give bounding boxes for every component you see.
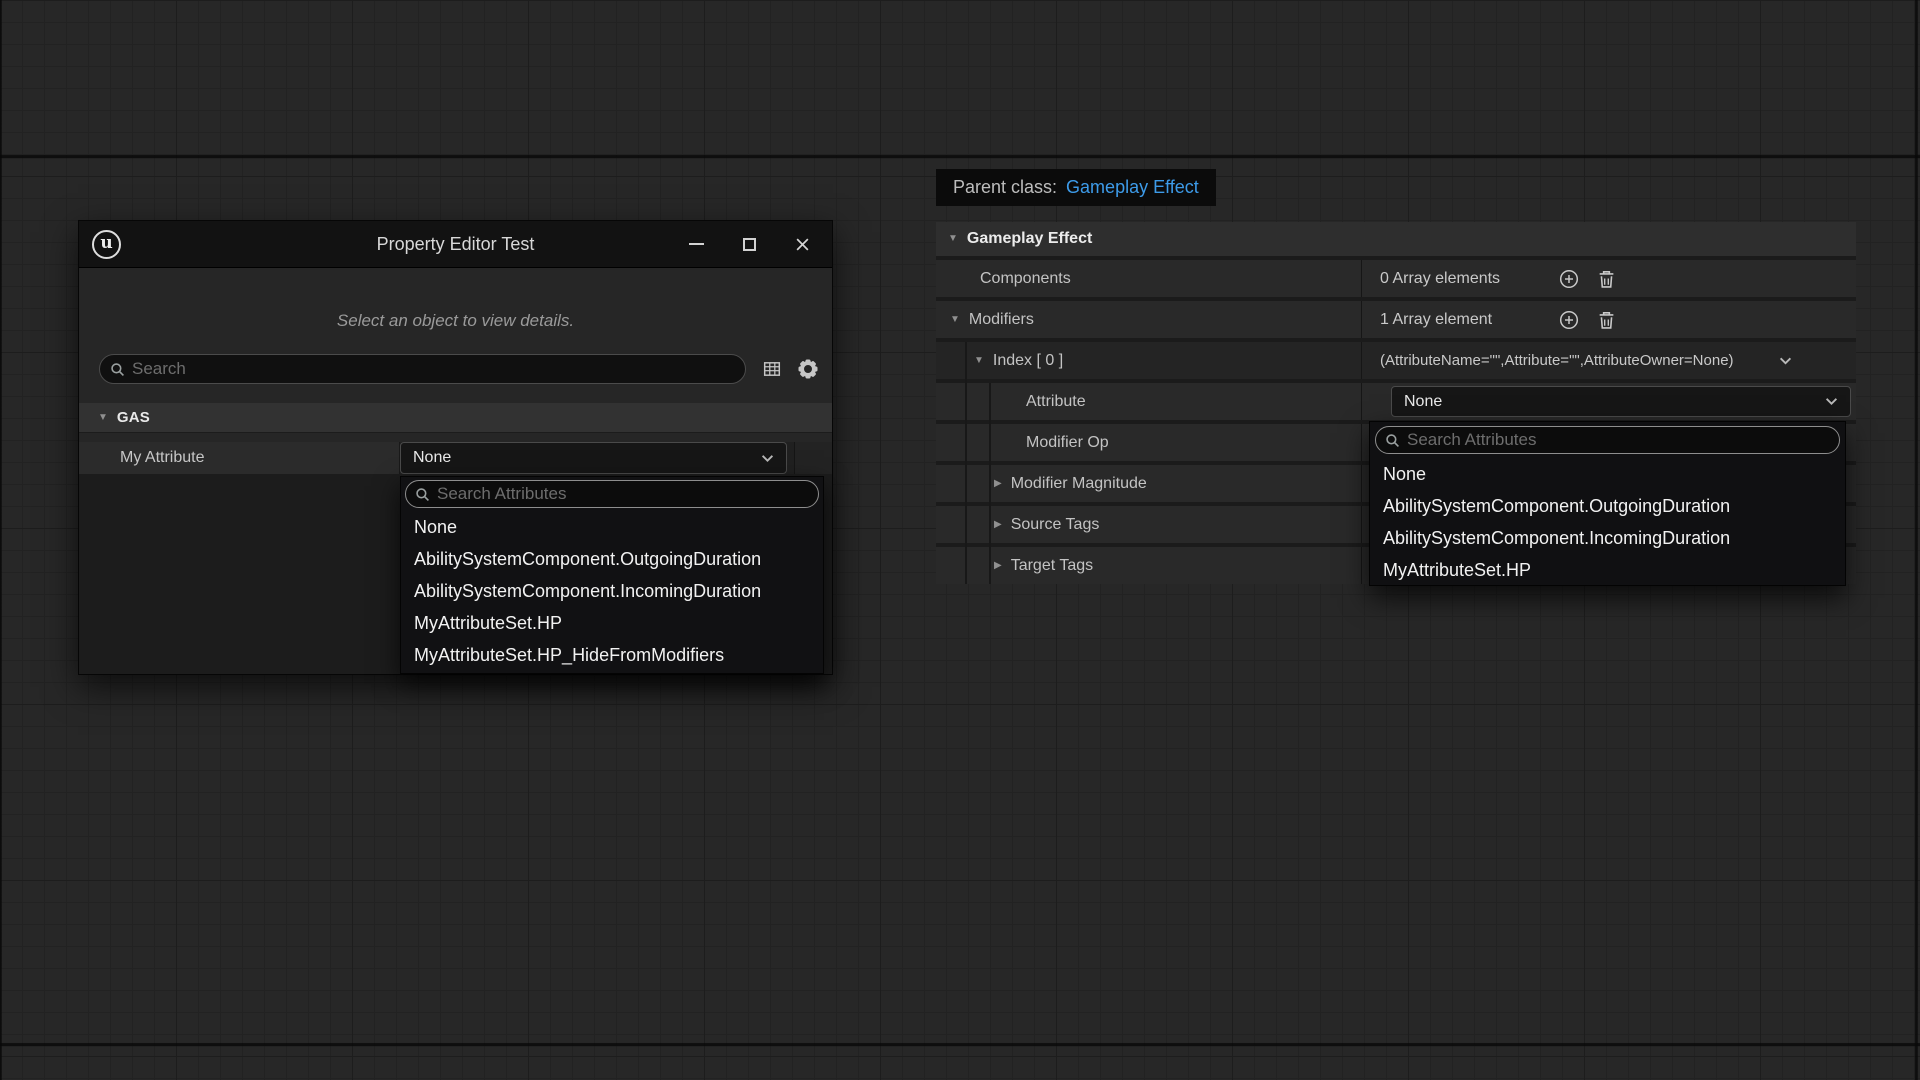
combobox-value: None: [413, 449, 451, 467]
dropdown-search-input[interactable]: [437, 484, 809, 504]
collapse-triangle-icon: ▼: [98, 413, 108, 423]
add-element-button[interactable]: [1559, 269, 1579, 289]
row-value-cell: (AttributeName="",Attribute="",Attribute…: [1362, 342, 1856, 379]
reset-column: [794, 442, 832, 474]
category-label: GAS: [117, 409, 150, 426]
blueprint-graph-canvas[interactable]: { "icons": { "collapse": "▼", "expand": …: [0, 0, 1920, 1080]
row-label: Attribute: [1026, 393, 1086, 411]
attribute-picker-menu: None AbilitySystemComponent.OutgoingDura…: [400, 476, 824, 674]
row-label-cell: ▶ Target Tags: [936, 547, 1362, 584]
category-gameplay-effect[interactable]: ▼ Gameplay Effect: [936, 222, 1856, 256]
row-label: Modifier Op: [1026, 434, 1109, 452]
row-label-cell: ▼ Modifiers: [936, 301, 1362, 338]
row-label: Index [ 0 ]: [993, 352, 1063, 370]
row-label-cell: ▶ Source Tags: [936, 506, 1362, 543]
row-value-cell: None: [1362, 383, 1856, 420]
attribute-option[interactable]: AbilitySystemComponent.IncomingDuration: [401, 575, 823, 607]
my-attribute-combobox[interactable]: None: [400, 442, 787, 474]
settings-gear-icon[interactable]: [798, 359, 818, 379]
minimize-button[interactable]: [688, 236, 704, 252]
window-controls: [688, 236, 832, 252]
close-icon: [795, 237, 810, 252]
property-name-cell: My Attribute: [79, 442, 400, 474]
gear-ring: [800, 361, 816, 377]
search-icon: [1385, 433, 1400, 448]
clear-array-button[interactable]: [1598, 310, 1615, 329]
category-gas[interactable]: ▼ GAS: [79, 403, 832, 433]
row-label-cell: Components: [936, 260, 1362, 297]
combobox-value: None: [1404, 393, 1442, 411]
search-input[interactable]: [132, 359, 735, 379]
attribute-option[interactable]: MyAttributeSet.HP: [1370, 554, 1845, 586]
attribute-option[interactable]: AbilitySystemComponent.OutgoingDuration: [401, 543, 823, 575]
dropdown-search-input[interactable]: [1407, 430, 1830, 450]
collapse-triangle-icon[interactable]: ▼: [950, 315, 960, 325]
row-label: Target Tags: [1011, 557, 1093, 575]
expand-triangle-icon[interactable]: ▶: [994, 520, 1002, 530]
attribute-option[interactable]: MyAttributeSet.HP_HideFromModifiers: [401, 639, 823, 671]
row-attribute: Attribute None: [936, 383, 1856, 420]
minimize-icon: [689, 243, 704, 245]
details-hint-text: Select an object to view details.: [79, 311, 832, 331]
attribute-option[interactable]: None: [1370, 458, 1845, 490]
row-label: Modifier Magnitude: [1011, 475, 1147, 493]
property-value-cell: None: [400, 442, 832, 474]
row-label-cell: ▼ Index [ 0 ]: [936, 342, 1362, 379]
collapse-triangle-icon[interactable]: ▼: [974, 356, 984, 366]
row-value-cell: 0 Array elements: [1362, 260, 1856, 297]
parent-class-badge: Parent class: Gameplay Effect: [936, 169, 1216, 206]
row-index-0: ▼ Index [ 0 ] (AttributeName="",Attribut…: [936, 342, 1856, 379]
row-label-cell: ▶ Modifier Magnitude: [936, 465, 1362, 502]
chevron-down-icon[interactable]: [1779, 356, 1792, 365]
property-row-my-attribute: My Attribute None: [79, 442, 832, 474]
add-element-button[interactable]: [1559, 310, 1579, 330]
property-editor-test-window: u Property Editor Test Select an object …: [78, 220, 833, 675]
window-titlebar[interactable]: u Property Editor Test: [79, 221, 832, 268]
expand-triangle-icon[interactable]: ▶: [994, 561, 1002, 571]
dropdown-search-box[interactable]: [405, 480, 819, 508]
attribute-option[interactable]: AbilitySystemComponent.OutgoingDuration: [1370, 490, 1845, 522]
struct-preview: (AttributeName="",Attribute="",Attribute…: [1380, 352, 1734, 369]
attribute-option[interactable]: AbilitySystemComponent.IncomingDuration: [1370, 522, 1845, 554]
category-label: Gameplay Effect: [967, 230, 1092, 248]
search-icon: [110, 362, 125, 377]
attribute-combobox[interactable]: None: [1391, 386, 1851, 417]
row-label: Components: [980, 270, 1071, 288]
parent-class-label: Parent class:: [953, 177, 1057, 198]
attribute-option[interactable]: None: [401, 511, 823, 543]
details-toolbar: [99, 354, 818, 384]
array-count: 1 Array element: [1380, 311, 1492, 329]
expand-triangle-icon[interactable]: ▶: [994, 479, 1002, 489]
parent-class-link[interactable]: Gameplay Effect: [1066, 177, 1199, 198]
maximize-button[interactable]: [741, 236, 757, 252]
search-icon: [415, 487, 430, 502]
clear-array-button[interactable]: [1598, 269, 1615, 288]
indent-guide: [965, 342, 967, 584]
dropdown-search-box[interactable]: [1375, 426, 1840, 454]
indent-guide: [989, 383, 991, 584]
table-view-icon[interactable]: [763, 360, 781, 378]
row-label-cell: Attribute: [936, 383, 1362, 420]
chevron-down-icon: [1825, 397, 1838, 406]
property-name: My Attribute: [120, 449, 204, 467]
row-value-cell: 1 Array element: [1362, 301, 1856, 338]
collapse-triangle-icon: ▼: [948, 234, 958, 244]
row-modifiers: ▼ Modifiers 1 Array element: [936, 301, 1856, 338]
row-label: Modifiers: [969, 311, 1034, 329]
search-box[interactable]: [99, 354, 746, 384]
row-components: Components 0 Array elements: [936, 260, 1856, 297]
row-label-cell: Modifier Op: [936, 424, 1362, 461]
maximize-icon: [743, 238, 756, 251]
row-label: Source Tags: [1011, 516, 1100, 534]
attribute-option[interactable]: MyAttributeSet.HP: [401, 607, 823, 639]
attribute-picker-menu: None AbilitySystemComponent.OutgoingDura…: [1369, 421, 1846, 586]
close-button[interactable]: [794, 236, 810, 252]
chevron-down-icon: [761, 454, 774, 463]
array-count: 0 Array elements: [1380, 270, 1500, 288]
